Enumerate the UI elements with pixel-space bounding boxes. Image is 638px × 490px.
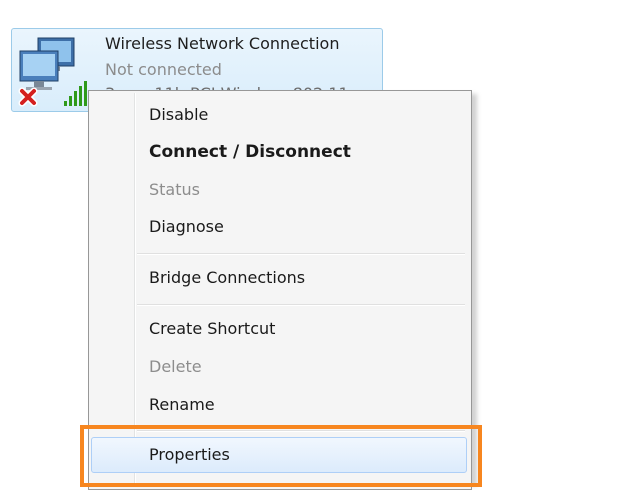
menu-item-connect-disconnect[interactable]: Connect / Disconnect — [91, 134, 467, 170]
red-x-icon — [18, 87, 38, 107]
connection-status: Not connected — [105, 60, 222, 79]
menu-item-create-shortcut[interactable]: Create Shortcut — [91, 311, 467, 347]
menu-separator — [137, 253, 465, 255]
highlight-annotation — [80, 425, 482, 487]
menu-separator — [137, 304, 465, 306]
menu-item-delete: Delete — [149, 357, 202, 376]
menu-item-status: Status — [149, 180, 200, 199]
connection-name: Wireless Network Connection — [105, 34, 340, 53]
network-computer-icon — [18, 37, 87, 107]
menu-item-rename[interactable]: Rename — [91, 387, 467, 423]
menu-item-bridge-connections[interactable]: Bridge Connections — [91, 260, 467, 296]
signal-bars-icon — [64, 81, 87, 106]
menu-item-diagnose[interactable]: Diagnose — [91, 209, 467, 245]
menu-item-disable[interactable]: Disable — [91, 97, 467, 133]
